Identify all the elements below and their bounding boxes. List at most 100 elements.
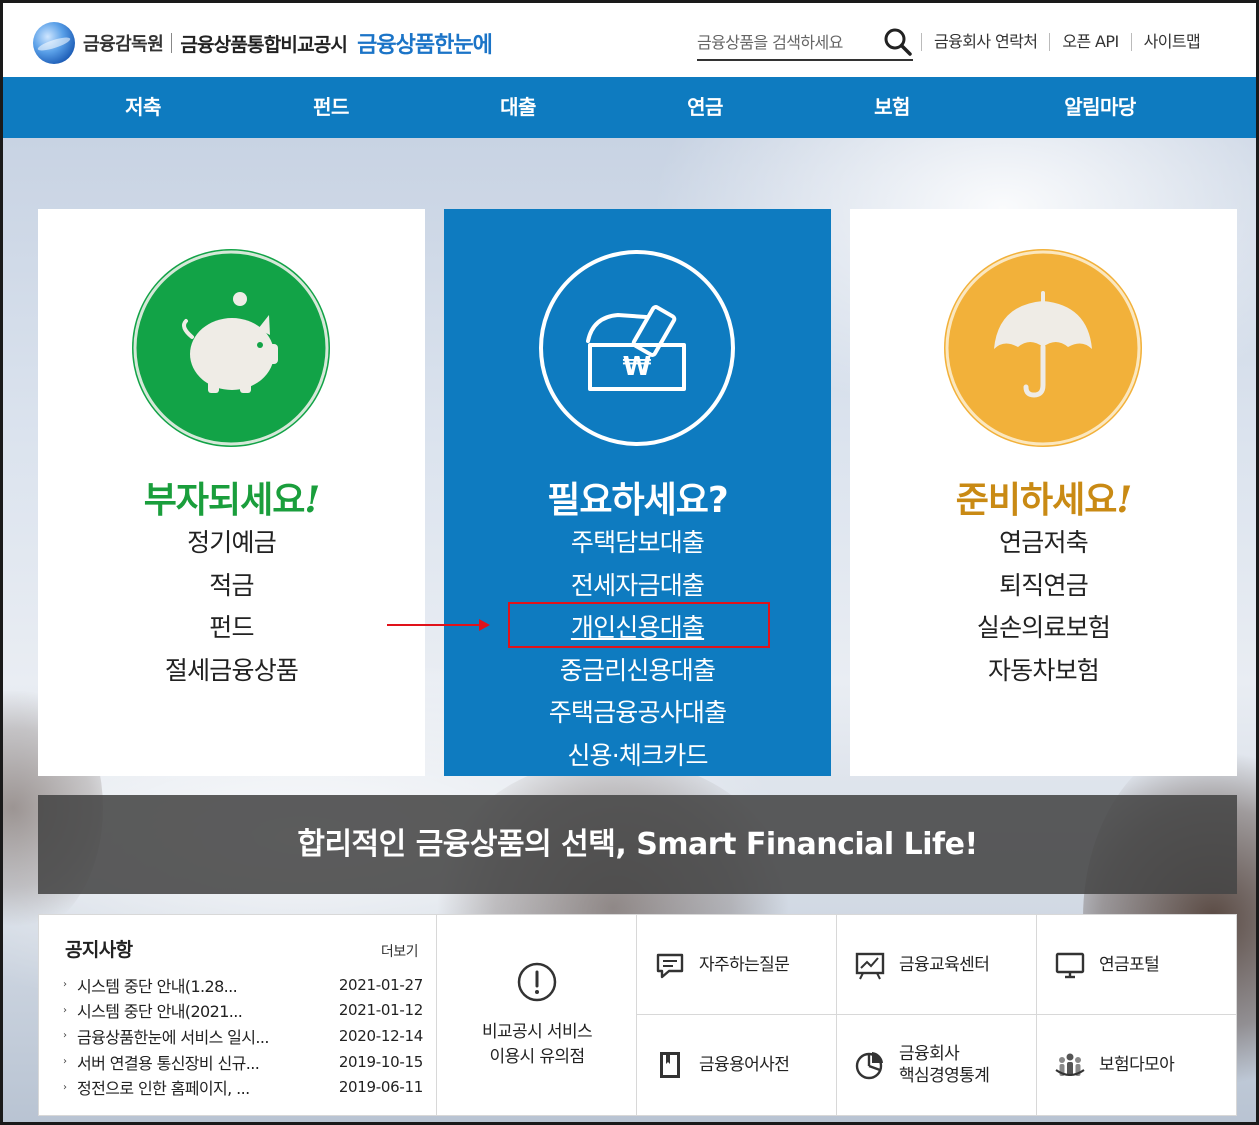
nav-item-savings[interactable]: 저축 [83,77,203,138]
notice-item[interactable]: › 서버 연결용 통신장비 신규... 2019-10-15 [63,1049,423,1075]
tile-label: 연금포털 [1099,954,1160,975]
notice-title: 공지사항 [65,939,133,961]
main-nav: 저축 펀드 대출 연금 보험 알림마당 [3,77,1256,138]
pie-chart-icon [855,1052,883,1080]
link-jeonse-loan[interactable]: 전세자금대출 [444,565,831,608]
search-icon[interactable] [883,27,913,57]
exclamation-circle-icon [517,962,557,1002]
annotation-arrow-head [479,619,490,631]
loans-links: 주택담보대출 전세자금대출 개인신용대출 중금리신용대출 주택금융공사대출 신용… [444,522,831,777]
nav-item-notices[interactable]: 알림마당 [1040,77,1160,138]
bottom-panel: 공지사항 더보기 › 시스템 중단 안내(1.28... 2021-01-27 … [38,914,1237,1116]
card-savings-title: 부자되세요! [143,479,320,521]
tile-label: 금융교육센터 [899,954,990,975]
tile-insurance-damoa[interactable]: 보험다모아 [1037,1015,1236,1115]
notice-more-link[interactable]: 더보기 [381,941,419,961]
bullet-icon: › [63,1056,67,1068]
card-prepare: 준비하세요! 연금저축 퇴직연금 실손의료보험 자동차보험 [850,209,1237,776]
link-installment-savings[interactable]: 적금 [38,565,425,608]
logo-org-name: 금융감독원 [83,34,164,55]
link-mid-rate-credit-loan[interactable]: 중금리신용대출 [444,650,831,693]
notice-item-title: 시스템 중단 안내(2021... [77,1002,243,1022]
notice-item-title: 정전으로 인한 홈페이지, ... [77,1079,250,1099]
link-credit-check-card[interactable]: 신용·체크카드 [444,735,831,778]
notice-item[interactable]: › 시스템 중단 안내(2021... 2021-01-12 [63,998,423,1024]
link-fixed-deposit[interactable]: 정기예금 [38,522,425,565]
search-input[interactable] [697,32,877,52]
link-mortgage-loan[interactable]: 주택담보대출 [444,522,831,565]
tile-label: 금융회사 핵심경영통계 [899,1044,990,1086]
notice-item-title: 시스템 중단 안내(1.28... [77,976,238,996]
annotation-arrow [387,624,483,626]
piggy-bank-icon [133,250,329,446]
contacts-link[interactable]: 금융회사 연락처 [921,33,1049,51]
logo-divider [171,33,173,53]
globe-logo-icon [33,22,75,64]
prepare-links: 연금저축 퇴직연금 실손의료보험 자동차보험 [850,522,1237,692]
link-car-insurance[interactable]: 자동차보험 [850,650,1237,693]
umbrella-icon [945,250,1141,446]
nav-item-pension[interactable]: 연금 [645,77,765,138]
service-caution-link[interactable]: 비교공시 서비스 이용시 유의점 [438,915,637,1115]
monitor-icon [1055,952,1085,978]
tile-dictionary[interactable]: 금융용어사전 [637,1015,837,1115]
notice-item-title: 서버 연결용 통신장비 신규... [77,1053,260,1073]
card-savings: 부자되세요! 정기예금 적금 펀드 절세금융상품 [38,209,425,776]
caution-text: 비교공시 서비스 이용시 유의점 [481,1022,593,1067]
prepare-circle[interactable] [944,249,1142,447]
browser-frame: 금융감독원 금융상품통합비교공시 금융상품한눈에 금융회사 연락처 오픈 API… [0,0,1259,1125]
notice-item-date: 2021-01-27 [338,975,423,994]
bullet-icon: › [63,1030,67,1042]
bullet-icon: › [63,1004,67,1016]
sitemap-link[interactable]: 사이트맵 [1130,33,1212,51]
link-pension-savings[interactable]: 연금저축 [850,522,1237,565]
card-loans: ₩ 필요하세요? 주택담보대출 전세자금대출 개인신용대출 중금리신용대출 주택… [444,209,831,776]
card-loans-title: 필요하세요? [547,480,728,521]
card-prepare-title: 준비하세요! [955,479,1132,521]
site-logo[interactable]: 금융감독원 금융상품통합비교공시 금융상품한눈에 [33,22,493,64]
loans-circle[interactable]: ₩ [538,249,736,447]
tile-faq[interactable]: 자주하는질문 [637,915,837,1015]
notice-board: 공지사항 더보기 › 시스템 중단 안내(1.28... 2021-01-27 … [39,915,437,1115]
annotation-highlight-box [508,602,770,648]
nav-item-insurance[interactable]: 보험 [832,77,952,138]
tile-mgmt-stats[interactable]: 금융회사 핵심경영통계 [837,1015,1037,1115]
bullet-icon: › [63,979,67,991]
logo-brand: 금융상품한눈에 [357,33,493,58]
tile-edu-center[interactable]: 금융교육센터 [837,915,1037,1015]
link-medical-insurance[interactable]: 실손의료보험 [850,607,1237,650]
utility-links: 금융회사 연락처 오픈 API 사이트맵 [921,29,1212,55]
svg-text:₩: ₩ [623,352,652,382]
chart-board-icon [855,952,885,979]
link-retirement-pension[interactable]: 퇴직연금 [850,565,1237,608]
link-fund[interactable]: 펀드 [38,607,425,650]
tile-pension-portal[interactable]: 연금포털 [1037,915,1236,1015]
savings-circle[interactable] [132,249,330,447]
notice-list: › 시스템 중단 안내(1.28... 2021-01-27 › 시스템 중단 … [63,972,423,1100]
link-tax-saving-products[interactable]: 절세금융상품 [38,650,425,693]
logo-site-desc: 금융상품통합비교공시 [180,33,348,56]
site-header: 금융감독원 금융상품통합비교공시 금융상품한눈에 금융회사 연락처 오픈 API… [3,3,1256,77]
notice-item-date: 2019-10-15 [338,1052,423,1071]
won-wallet-icon: ₩ [539,250,735,446]
nav-item-loans[interactable]: 대출 [458,77,578,138]
people-group-icon [1055,1053,1085,1076]
tile-label: 자주하는질문 [699,954,790,975]
notice-item[interactable]: › 금융상품한눈에 서비스 일시... 2020-12-14 [63,1023,423,1049]
open-api-link[interactable]: 오픈 API [1049,33,1130,51]
nav-item-funds[interactable]: 펀드 [271,77,391,138]
tile-label: 금융용어사전 [699,1055,790,1075]
notice-item-date: 2021-01-12 [338,1001,423,1020]
tile-label: 보험다모아 [1099,1055,1175,1075]
link-hf-loan[interactable]: 주택금융공사대출 [444,692,831,735]
notice-item[interactable]: › 시스템 중단 안내(1.28... 2021-01-27 [63,972,423,998]
search-box [697,25,913,61]
faq-chat-icon [656,953,684,978]
savings-links: 정기예금 적금 펀드 절세금융상품 [38,522,425,692]
book-icon [660,1052,680,1078]
notice-item-date: 2020-12-14 [338,1026,423,1045]
slogan-banner: 합리적인 금융상품의 선택, Smart Financial Life! [38,795,1237,894]
notice-item-date: 2019-06-11 [338,1078,423,1097]
notice-item[interactable]: › 정전으로 인한 홈페이지, ... 2019-06-11 [63,1074,423,1100]
bullet-icon: › [63,1081,67,1093]
